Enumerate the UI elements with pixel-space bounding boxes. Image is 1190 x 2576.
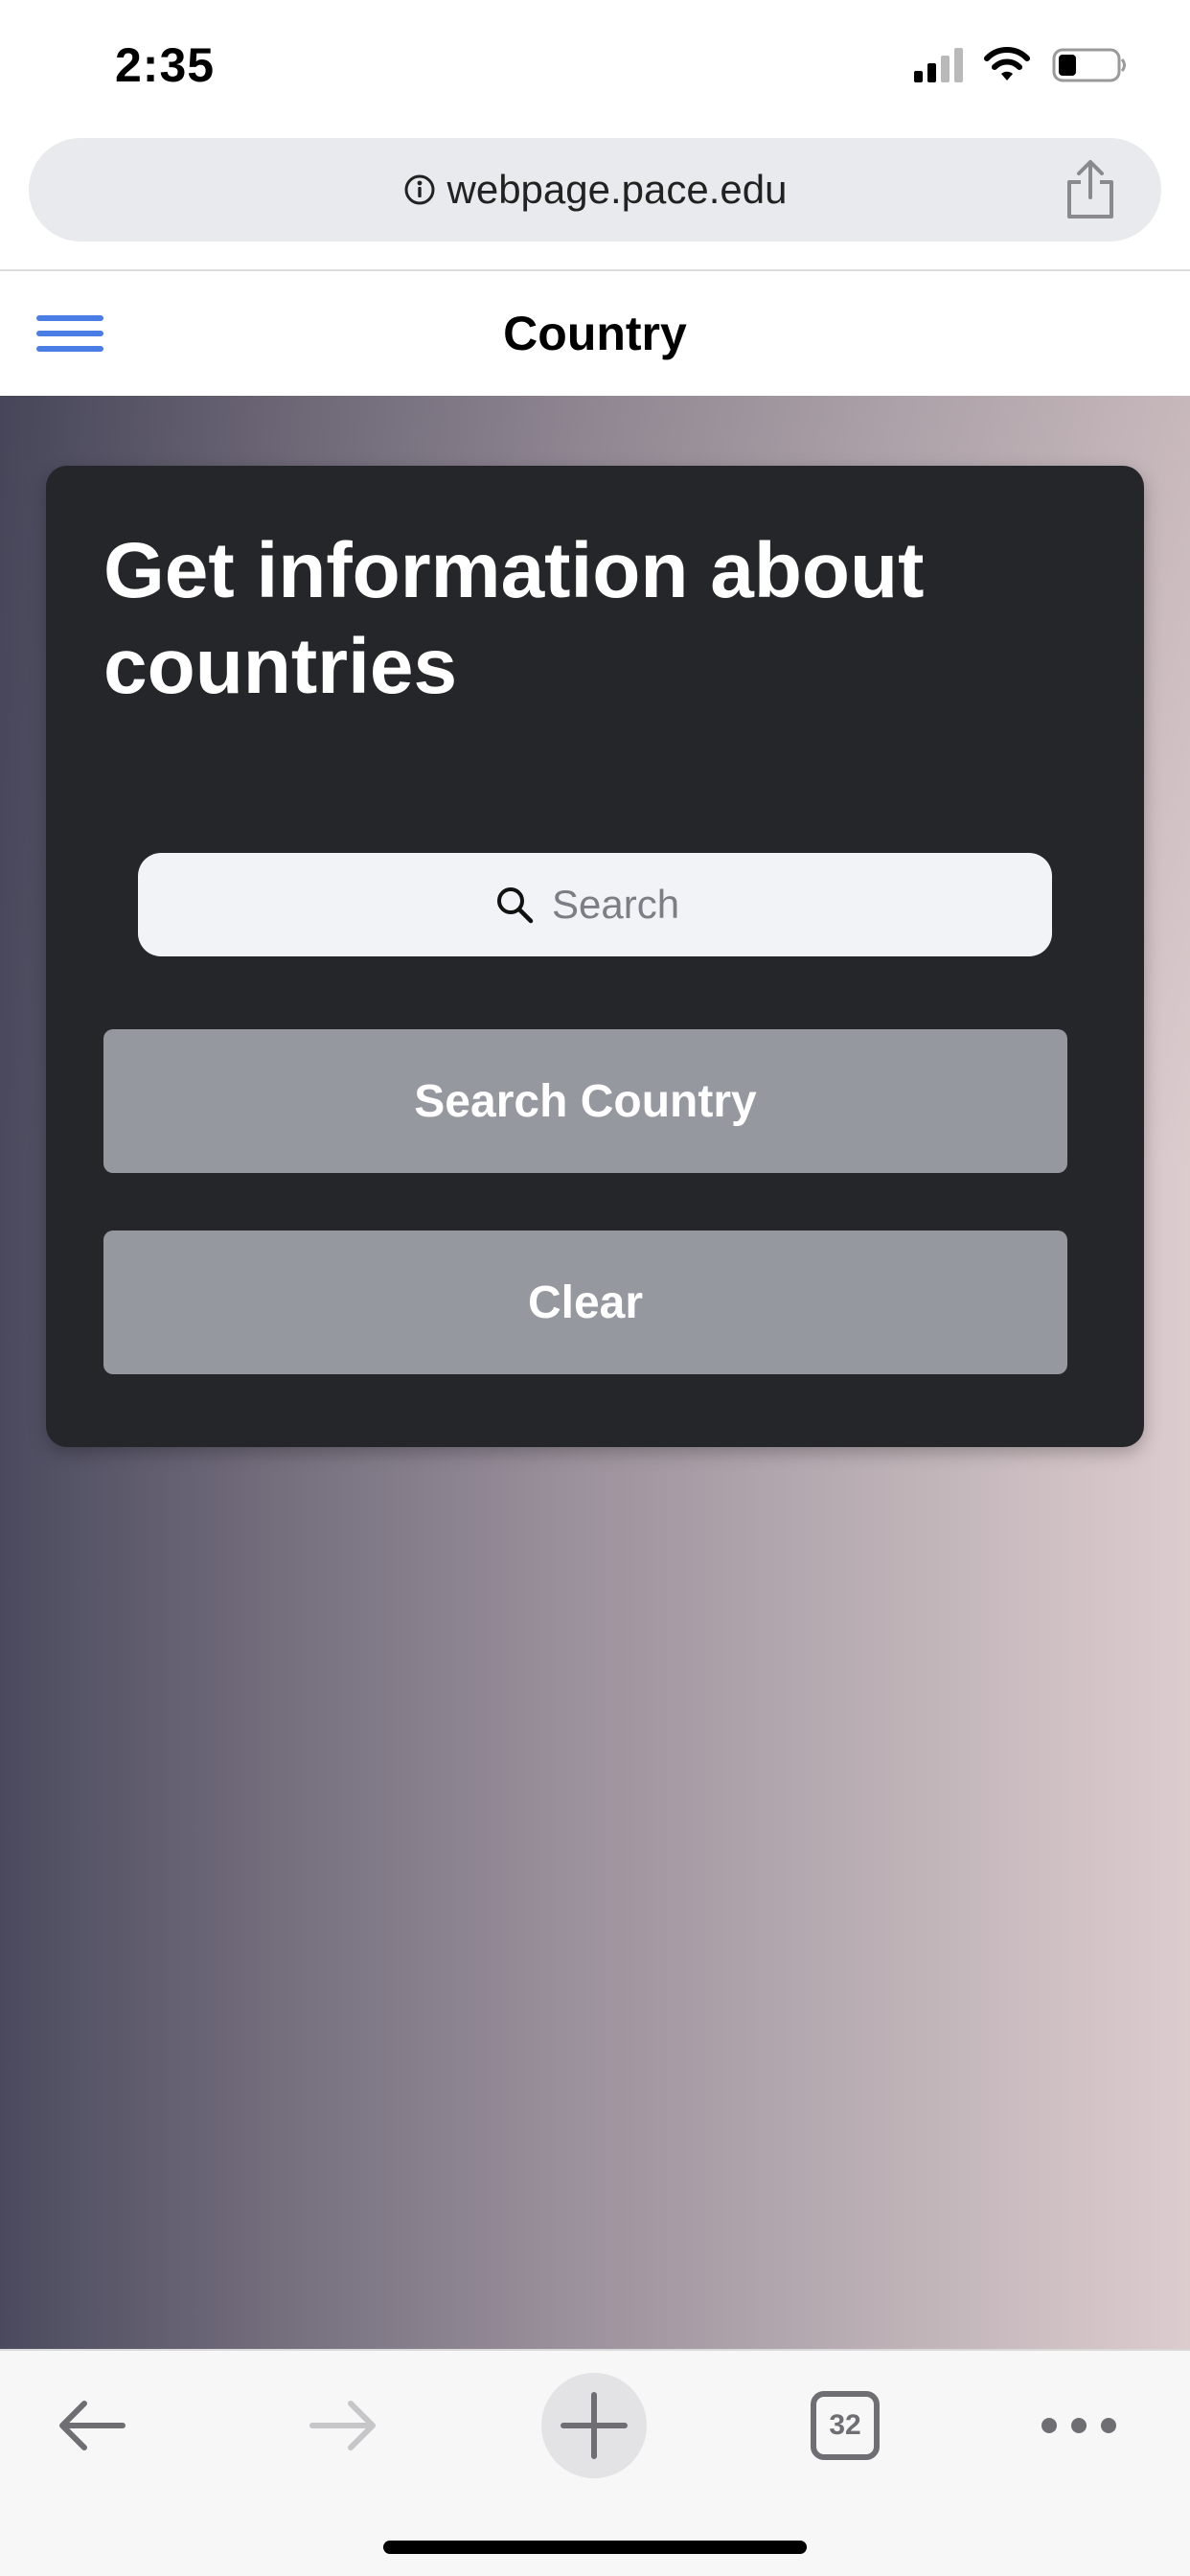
clear-button[interactable]: Clear [103,1230,1067,1374]
search-country-button[interactable]: Search Country [103,1029,1067,1173]
status-time: 2:35 [115,38,216,92]
search-icon [497,887,534,924]
back-arrow-icon [59,2401,126,2450]
more-button[interactable] [1021,2368,1136,2483]
home-indicator[interactable] [383,2541,807,2554]
card-heading: Get information about countries [103,527,925,710]
cellular-signal-icon [914,48,963,82]
back-button[interactable] [34,2368,149,2483]
status-icons [912,44,1129,86]
page-title: Country [503,307,687,360]
new-tab-button[interactable] [537,2368,652,2483]
url-text[interactable]: webpage.pace.edu [447,138,788,242]
search-card: Get information about countries Search C… [46,466,1144,1447]
address-content: webpage.pace.edu [29,138,1161,242]
share-icon[interactable] [1062,159,1119,220]
wifi-icon [984,47,1030,80]
app-header: Country [0,271,1190,396]
info-icon[interactable] [403,173,436,206]
more-icon [1041,2418,1116,2433]
tab-count: 32 [829,2409,861,2441]
search-input[interactable] [552,882,696,928]
forward-arrow-icon [309,2401,376,2450]
tabs-button[interactable]: 32 [788,2368,903,2483]
forward-button[interactable] [286,2368,400,2483]
address-bar[interactable]: webpage.pace.edu [29,138,1161,242]
plus-icon [561,2392,628,2459]
status-bar: 2:35 [0,0,1190,129]
search-field[interactable] [138,853,1052,956]
content-area: Get information about countries Search C… [0,396,1190,2349]
tabs-icon: 32 [811,2391,880,2460]
battery-icon [1052,48,1126,82]
